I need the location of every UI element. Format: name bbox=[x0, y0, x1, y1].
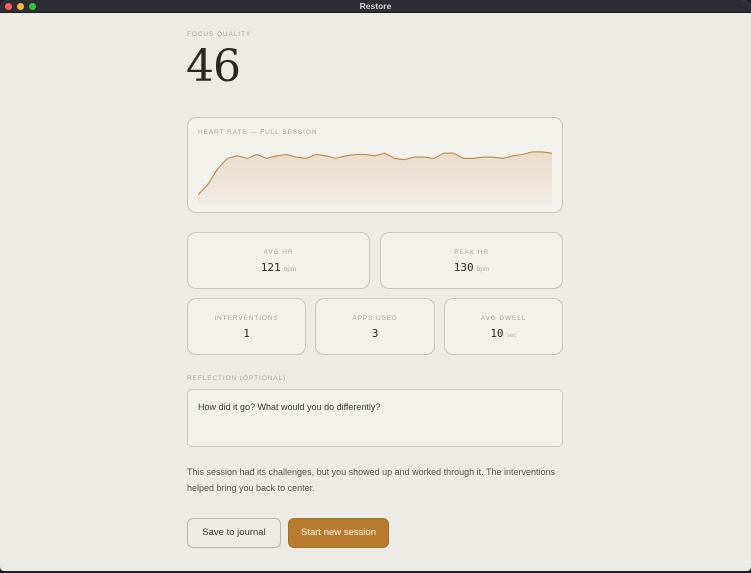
peak-hr-label: PEAK HR bbox=[454, 249, 489, 256]
interventions-value: 1 bbox=[243, 327, 250, 340]
interventions-label: INTERVENTIONS bbox=[214, 315, 279, 322]
avg-hr-unit: bpm bbox=[283, 266, 297, 273]
avg-dwell-unit: sec bbox=[506, 332, 517, 339]
avg-hr-value: 121 bpm bbox=[188, 261, 369, 274]
peak-hr-value: 130 bpm bbox=[381, 261, 562, 274]
reflection-textarea[interactable]: How did it go? What would you do differe… bbox=[187, 389, 563, 447]
window-title: Restore bbox=[359, 1, 392, 11]
heart-rate-card: HEART RATE — FULL SESSION bbox=[187, 117, 563, 213]
avg-dwell-card: AVG DWELL 10 sec bbox=[444, 298, 563, 355]
heart-rate-area bbox=[198, 151, 552, 204]
peak-hr-card: PEAK HR 130 bpm bbox=[380, 232, 563, 289]
avg-dwell-label: AVG DWELL bbox=[480, 315, 527, 322]
avg-hr-card: AVG HR 121 bpm bbox=[187, 232, 370, 289]
apps-used-label: APPS USED bbox=[352, 315, 398, 322]
app-window: Restore FOCUS QUALITY 46 HEART RATE — FU… bbox=[0, 0, 751, 571]
apps-used-value: 3 bbox=[371, 327, 379, 340]
peak-hr-unit: bpm bbox=[476, 266, 490, 273]
avg-dwell-number: 10 bbox=[490, 327, 504, 340]
session-summary-message: This session had its challenges, but you… bbox=[187, 467, 556, 493]
interventions-card: INTERVENTIONS 1 bbox=[187, 298, 306, 355]
heart-rate-label: HEART RATE — FULL SESSION bbox=[198, 129, 318, 136]
reflection-label: REFLECTION (OPTIONAL) bbox=[187, 375, 287, 382]
avg-hr-label: AVG HR bbox=[263, 249, 294, 256]
start-new-session-button[interactable]: Start new session bbox=[288, 518, 389, 548]
focus-quality-label: FOCUS QUALITY bbox=[187, 31, 252, 38]
avg-hr-number: 121 bbox=[260, 261, 281, 274]
apps-used-card: APPS USED 3 bbox=[315, 298, 435, 355]
avg-dwell-value: 10 sec bbox=[445, 327, 562, 340]
save-to-journal-button[interactable]: Save to journal bbox=[187, 518, 281, 548]
focus-quality-score: 46 bbox=[186, 41, 241, 92]
heart-rate-chart bbox=[197, 151, 553, 204]
title-bar: Restore bbox=[0, 0, 751, 13]
peak-hr-number: 130 bbox=[453, 261, 474, 274]
reflection-placeholder: How did it go? What would you do differe… bbox=[198, 402, 381, 412]
